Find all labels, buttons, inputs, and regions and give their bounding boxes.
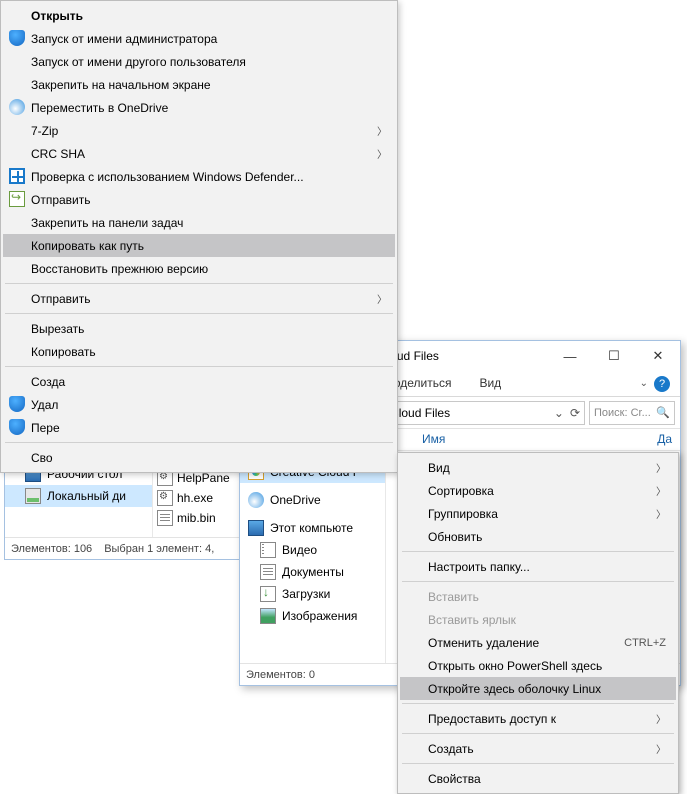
chevron-right-icon: 〉 (656, 460, 666, 475)
file-item[interactable]: mib.bin (155, 508, 241, 528)
ctx-copy-as-path[interactable]: Копировать как путь (3, 234, 395, 257)
maximize-button[interactable]: ☐ (592, 341, 636, 371)
ctx-rename[interactable]: Пере (3, 416, 395, 439)
shield-icon (9, 30, 25, 46)
item-count: Элементов: 0 (246, 669, 315, 681)
ctx-crc-sha[interactable]: CRC SHA〉 (3, 142, 395, 165)
chevron-right-icon: 〉 (377, 123, 387, 138)
ctx-properties[interactable]: Сво (3, 446, 395, 469)
col-date[interactable]: Да (649, 429, 680, 450)
exe-icon (157, 490, 173, 506)
separator (5, 283, 393, 284)
ctx-share[interactable]: Отправить (3, 188, 395, 211)
ctx-restore-version[interactable]: Восстановить прежнюю версию (3, 257, 395, 280)
col-name[interactable]: Имя (414, 429, 649, 450)
file-item[interactable]: hh.exe (155, 488, 241, 508)
disk-icon (25, 488, 41, 504)
nav-local-disk[interactable]: Локальный ди (5, 485, 152, 507)
separator (402, 763, 674, 764)
share-icon (9, 191, 25, 207)
ctx-undo[interactable]: Отменить удалениеCTRL+Z (400, 631, 676, 654)
nav-video[interactable]: Видео (240, 539, 385, 561)
ctx-customize-folder[interactable]: Настроить папку... (400, 555, 676, 578)
item-count: Элементов: 106 (11, 543, 92, 555)
separator (402, 551, 674, 552)
status-bar: Элементов: 106 Выбран 1 элемент: 4, (5, 537, 243, 559)
nav-this-pc[interactable]: Этот компьюте (240, 517, 385, 539)
chevron-right-icon: 〉 (377, 291, 387, 306)
chevron-right-icon: 〉 (656, 711, 666, 726)
ctx-properties[interactable]: Свойства (400, 767, 676, 790)
ctx-give-access[interactable]: Предоставить доступ к〉 (400, 707, 676, 730)
download-icon (260, 586, 276, 602)
shortcut-label: CTRL+Z (624, 637, 666, 649)
chevron-right-icon: 〉 (656, 483, 666, 498)
separator (5, 366, 393, 367)
ctx-pin-start[interactable]: Закрепить на начальном экране (3, 73, 395, 96)
chevron-right-icon: 〉 (377, 146, 387, 161)
ctx-run-admin[interactable]: Запуск от имени администратора (3, 27, 395, 50)
nav-onedrive[interactable]: OneDrive (240, 489, 385, 511)
ctx-delete[interactable]: Удал (3, 393, 395, 416)
separator (402, 581, 674, 582)
chevron-right-icon: 〉 (656, 741, 666, 756)
ctx-defender-scan[interactable]: Проверка с использованием Windows Defend… (3, 165, 395, 188)
file-icon (157, 510, 173, 526)
ctx-copy[interactable]: Копировать (3, 340, 395, 363)
search-input[interactable]: Поиск: Cr...🔍 (589, 401, 675, 425)
onedrive-icon (248, 492, 264, 508)
minimize-button[interactable]: — (548, 341, 592, 371)
dropdown-icon[interactable]: ⌄ (554, 406, 564, 420)
ctx-paste: Вставить (400, 585, 676, 608)
tab-view[interactable]: Вид (465, 371, 515, 396)
close-button[interactable]: ✕ (636, 341, 680, 371)
selection-info: Выбран 1 элемент: 4, (104, 543, 214, 555)
ribbon-expand-icon[interactable]: ⌄ (640, 378, 648, 389)
file-context-menu: Открыть Запуск от имени администратора З… (0, 0, 398, 473)
ctx-create-shortcut[interactable]: Созда (3, 370, 395, 393)
ctx-open-linux-shell[interactable]: Откройте здесь оболочку Linux (400, 677, 676, 700)
chevron-right-icon: 〉 (656, 506, 666, 521)
search-icon: 🔍 (656, 406, 670, 419)
ctx-move-onedrive[interactable]: Переместить в OneDrive (3, 96, 395, 119)
separator (402, 703, 674, 704)
ctx-cut[interactable]: Вырезать (3, 317, 395, 340)
ctx-pin-taskbar[interactable]: Закрепить на панели задач (3, 211, 395, 234)
nav-docs[interactable]: Документы (240, 561, 385, 583)
ctx-7zip[interactable]: 7-Zip〉 (3, 119, 395, 142)
window-controls: — ☐ ✕ (548, 341, 680, 371)
column-headers: Имя Да (386, 429, 680, 451)
folder-context-menu: Вид〉 Сортировка〉 Группировка〉 Обновить Н… (397, 452, 679, 794)
defender-icon (9, 168, 25, 184)
ctx-paste-shortcut: Вставить ярлык (400, 608, 676, 631)
ctx-open[interactable]: Открыть (3, 4, 395, 27)
help-icon[interactable]: ? (654, 376, 670, 392)
ctx-view[interactable]: Вид〉 (400, 456, 676, 479)
nav-downloads[interactable]: Загрузки (240, 583, 385, 605)
refresh-icon[interactable]: ⟳ (570, 406, 580, 420)
onedrive-icon (9, 99, 25, 115)
ctx-group[interactable]: Группировка〉 (400, 502, 676, 525)
ribbon-help: ⌄ ? (630, 371, 680, 396)
separator (5, 442, 393, 443)
shield-icon (9, 419, 25, 435)
video-icon (260, 542, 276, 558)
shield-icon (9, 396, 25, 412)
image-icon (260, 608, 276, 624)
separator (402, 733, 674, 734)
ctx-open-powershell[interactable]: Открыть окно PowerShell здесь (400, 654, 676, 677)
separator (5, 313, 393, 314)
document-icon (260, 564, 276, 580)
ctx-sort[interactable]: Сортировка〉 (400, 479, 676, 502)
ctx-run-other-user[interactable]: Запуск от имени другого пользователя (3, 50, 395, 73)
ctx-send-to[interactable]: Отправить〉 (3, 287, 395, 310)
ctx-new[interactable]: Создать〉 (400, 737, 676, 760)
ctx-refresh[interactable]: Обновить (400, 525, 676, 548)
nav-images[interactable]: Изображения (240, 605, 385, 627)
pc-icon (248, 520, 264, 536)
